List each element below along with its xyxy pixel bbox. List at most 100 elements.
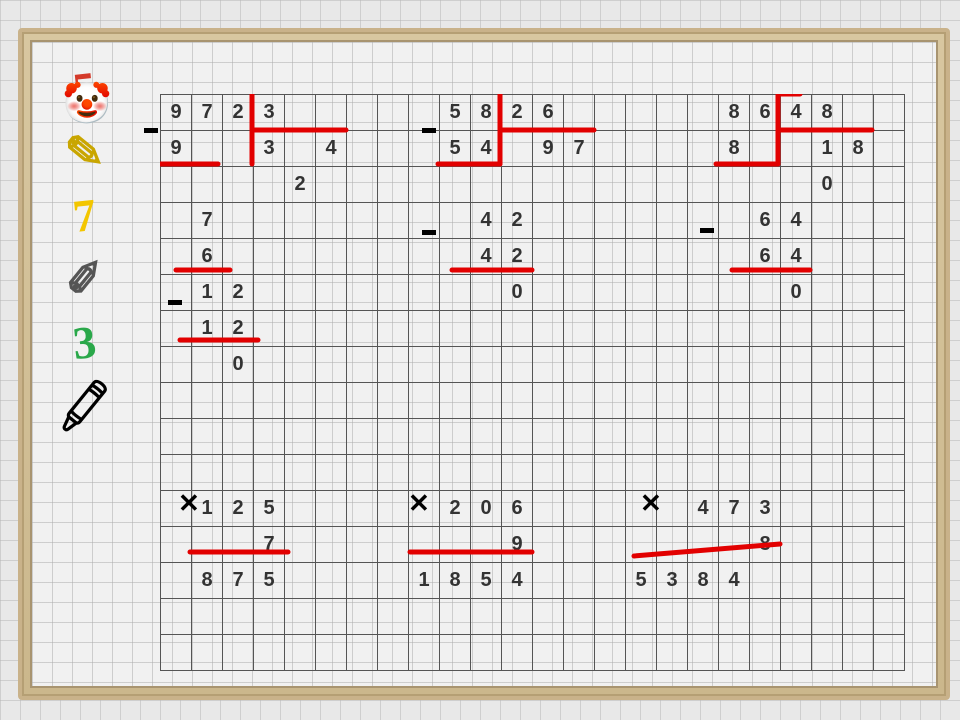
grid-cell [285, 599, 316, 635]
grid-cell [657, 203, 688, 239]
grid-cell [161, 347, 192, 383]
grid-cell [626, 491, 657, 527]
grid-cell [626, 419, 657, 455]
grid-cell: 9 [502, 527, 533, 563]
grid-cell [843, 383, 874, 419]
grid-cell [471, 167, 502, 203]
grid-cell [843, 95, 874, 131]
grid-cell [347, 491, 378, 527]
grid-cell [719, 527, 750, 563]
grid-cell [254, 239, 285, 275]
grid-cell [750, 275, 781, 311]
grid-cell [626, 311, 657, 347]
grid-cell [471, 527, 502, 563]
grid-cell [347, 599, 378, 635]
grid-cell [378, 311, 409, 347]
grid-cell [626, 599, 657, 635]
grid-cell: 8 [843, 131, 874, 167]
grid-cell [657, 383, 688, 419]
grid-cell: 4 [781, 203, 812, 239]
grid-cell [843, 599, 874, 635]
grid-cell [409, 239, 440, 275]
grid-cell: 5 [626, 563, 657, 599]
grid-cell [223, 131, 254, 167]
grid-cell [750, 131, 781, 167]
grid-cell [502, 599, 533, 635]
grid-cell [533, 203, 564, 239]
grid-cell [285, 275, 316, 311]
grid-cell [719, 383, 750, 419]
grid-cell [812, 491, 843, 527]
grid-cell [502, 167, 533, 203]
grid-cell [812, 527, 843, 563]
grid-cell: 6 [750, 95, 781, 131]
grid-cell [688, 131, 719, 167]
grid-cell [843, 167, 874, 203]
grid-cell [285, 131, 316, 167]
grid-cell [626, 383, 657, 419]
grid-cell: 6 [533, 95, 564, 131]
grid-cell [192, 527, 223, 563]
grid-cell [564, 167, 595, 203]
grid-cell [316, 491, 347, 527]
grid-cell: 4 [719, 563, 750, 599]
grid-cell [812, 635, 843, 671]
grid-cell: 4 [688, 491, 719, 527]
grid-cell: 4 [471, 203, 502, 239]
grid-cell [254, 419, 285, 455]
grid-cell [564, 203, 595, 239]
grid-cell: 6 [502, 491, 533, 527]
grid-cell [440, 527, 471, 563]
grid-cell [781, 131, 812, 167]
grid-cell [843, 311, 874, 347]
grid-cell [316, 347, 347, 383]
grid-cell [347, 383, 378, 419]
grid-cell [192, 167, 223, 203]
grid-cell [223, 599, 254, 635]
grid-cell: 8 [471, 95, 502, 131]
grid-cell [378, 131, 409, 167]
grid-cell [719, 635, 750, 671]
grid-cell [626, 167, 657, 203]
grid-cell [254, 347, 285, 383]
grid-cell [533, 527, 564, 563]
grid-cell: 7 [192, 203, 223, 239]
grid-cell [843, 563, 874, 599]
grid-cell [843, 455, 874, 491]
grid-cell [254, 599, 285, 635]
grid-cell: 2 [223, 311, 254, 347]
grid-cell [688, 383, 719, 419]
grid-cell [285, 563, 316, 599]
grid-cell [285, 347, 316, 383]
grid-cell [595, 203, 626, 239]
grid-cell [285, 419, 316, 455]
grid-cell [874, 167, 905, 203]
grid-cell [781, 635, 812, 671]
grid-cell [781, 347, 812, 383]
grid-cell [719, 275, 750, 311]
grid-cell [533, 635, 564, 671]
grid-cell [688, 455, 719, 491]
grid-cell [409, 419, 440, 455]
grid-cell: 1 [192, 311, 223, 347]
grid-cell [688, 311, 719, 347]
grid-cell [161, 203, 192, 239]
grid-cell [192, 599, 223, 635]
grid-cell [161, 455, 192, 491]
grid-cell [781, 383, 812, 419]
grid-cell: 3 [657, 563, 688, 599]
grid-cell [192, 455, 223, 491]
grid-cell: 8 [688, 563, 719, 599]
grid-cell [874, 455, 905, 491]
grid-cell [316, 203, 347, 239]
grid-cell [254, 455, 285, 491]
grid-cell [626, 455, 657, 491]
grid-cell [378, 419, 409, 455]
grid-cell [502, 419, 533, 455]
grid-cell [409, 491, 440, 527]
grid-cell: 2 [502, 95, 533, 131]
grid-cell [564, 635, 595, 671]
grid-cell [316, 455, 347, 491]
grid-cell [781, 419, 812, 455]
grid-cell: 2 [502, 203, 533, 239]
